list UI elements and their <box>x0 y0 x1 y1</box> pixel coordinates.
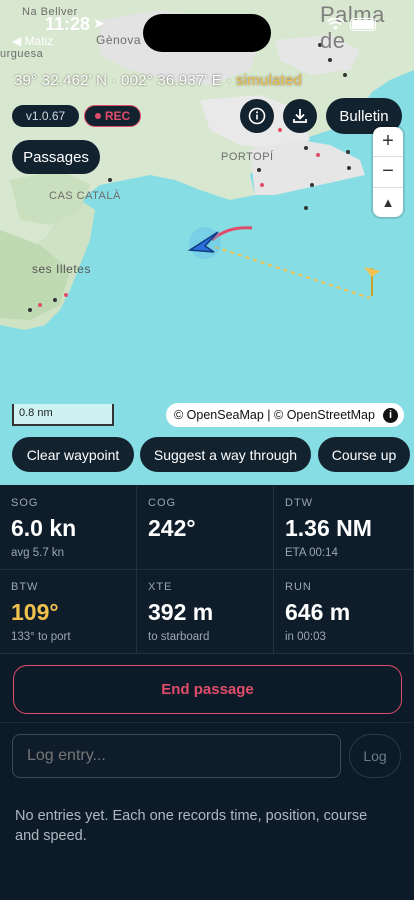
zoom-out-button[interactable]: − <box>373 157 403 188</box>
stat-value: 242° <box>148 515 196 541</box>
stat-value: 1.36 NM <box>285 515 372 541</box>
status-icons <box>327 18 376 31</box>
divider <box>0 722 414 723</box>
stat-sub: 133° to port <box>11 631 71 643</box>
stat-label: DTW <box>285 497 314 509</box>
log-entry-input[interactable] <box>12 734 341 778</box>
map-label-urgesa: urguesa <box>0 48 44 60</box>
stat-label: COG <box>148 497 177 509</box>
stat-value: 6.0 kn <box>11 515 77 541</box>
clock: 11:28 <box>45 14 91 34</box>
map-label-cas-catala: CAS CATALÀ <box>49 190 121 202</box>
stat-xte: XTE 392 m to starboard <box>137 570 274 654</box>
info-button[interactable] <box>240 99 274 133</box>
course-up-button[interactable]: Course up <box>318 437 410 472</box>
end-passage-button[interactable]: End passage <box>13 665 402 714</box>
map-label-portopi: PORTOPÍ <box>221 151 274 163</box>
location-arrow-icon: ➤ <box>93 15 105 31</box>
stat-label: SOG <box>11 497 39 509</box>
log-button[interactable]: Log <box>349 734 401 778</box>
wifi-icon <box>327 18 344 30</box>
zoom-in-button[interactable]: + <box>373 127 403 158</box>
suggest-route-button[interactable]: Suggest a way through <box>140 437 311 472</box>
stat-sog: SOG 6.0 kn avg 5.7 kn <box>0 486 137 570</box>
map-label-ses-illetes: ses Illetes <box>32 262 91 276</box>
simulated-label: simulated <box>235 72 302 89</box>
compass-reset-button[interactable]: ▲ <box>373 188 403 217</box>
status-bar: 11:28 ➤ ◀ Matiz <box>0 0 414 52</box>
stat-label: BTW <box>11 581 39 593</box>
dynamic-island <box>143 14 271 52</box>
battery-icon <box>350 18 376 31</box>
stat-sub: ETA 00:14 <box>285 547 338 559</box>
map-scale: 0.8 nm <box>12 404 114 426</box>
position-readout: 39° 32.462' N · 002° 36.937' E · simulat… <box>14 72 302 89</box>
stat-sub: to starboard <box>148 631 210 643</box>
download-icon <box>293 109 307 123</box>
log-empty-message: No entries yet. Each one records time, p… <box>15 808 368 844</box>
recording-badge: REC <box>84 105 141 127</box>
stat-value: 392 m <box>148 599 214 625</box>
stat-sub: in 00:03 <box>285 631 326 643</box>
stat-value: 109° <box>11 599 59 625</box>
stat-cog: COG 242° <box>137 486 274 570</box>
map-attribution: © OpenSeaMap | © OpenStreetMap i <box>166 403 404 427</box>
stat-label: XTE <box>148 581 173 593</box>
stat-sub: avg 5.7 kn <box>11 547 65 559</box>
recording-dot-icon <box>94 113 101 119</box>
clear-waypoint-button[interactable]: Clear waypoint <box>12 437 134 472</box>
back-to-app-link[interactable]: ◀ Matiz <box>12 34 53 48</box>
navigation-stats: SOG 6.0 kn avg 5.7 kn COG 242° DTW 1.36 … <box>0 486 414 654</box>
stat-run: RUN 646 m in 00:03 <box>274 570 414 654</box>
recording-label: REC <box>104 109 131 123</box>
position-coordinates: 39° 32.462' N · 002° 36.937' E · <box>14 72 236 89</box>
attribution-info-icon[interactable]: i <box>383 407 398 423</box>
stat-value: 646 m <box>285 599 351 625</box>
download-button[interactable] <box>283 99 317 133</box>
attribution-text: © OpenSeaMap | © OpenStreetMap <box>174 408 375 422</box>
stat-label: RUN <box>285 581 312 593</box>
map-zoom-control: + − ▲ <box>373 127 403 217</box>
info-icon <box>248 107 266 125</box>
passages-button[interactable]: Passages <box>12 140 100 174</box>
stat-dtw: DTW 1.36 NM ETA 00:14 <box>274 486 414 570</box>
stat-btw: BTW 109° 133° to port <box>0 570 137 654</box>
version-badge: v1.0.67 <box>12 105 79 127</box>
